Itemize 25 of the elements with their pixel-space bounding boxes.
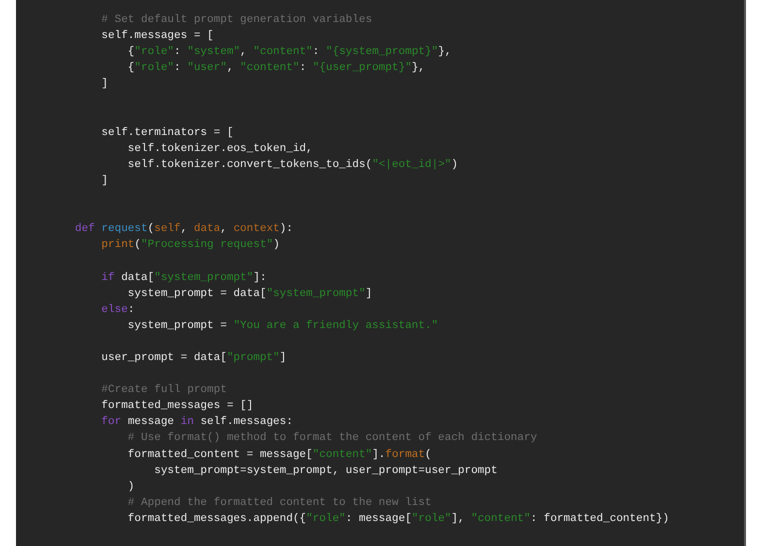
code-line: formatted_messages = [] xyxy=(100,399,254,414)
code-line: self.tokenizer.convert_tokens_to_ids("<|eot_id|>") xyxy=(126,158,458,173)
code-line: {"role": "system", "content": "{system_prompt}"}, xyxy=(126,45,452,60)
code-line: ] xyxy=(100,174,108,189)
code-line: system_prompt = "You are a friendly assistant." xyxy=(126,318,438,334)
code-line: else: xyxy=(100,302,134,318)
code-line: system_prompt=system_prompt, user_prompt=user_prompt xyxy=(153,464,498,479)
code-line: # Use format() method to format the content of each dictionary xyxy=(126,431,538,446)
code-line: self.messages = [ xyxy=(100,29,214,44)
code-line: # Set default prompt generation variables xyxy=(100,13,372,28)
code-line: formatted_content = message["content"].format( xyxy=(126,448,432,463)
code-line: self.terminators = [ xyxy=(100,126,234,141)
code-line: user_prompt = data["prompt"] xyxy=(100,350,286,366)
code-line: for message in self.messages: xyxy=(100,415,293,430)
code-line: ] xyxy=(100,77,108,92)
code-line: system_prompt = data["system_prompt"] xyxy=(126,286,372,302)
code-line: formatted_messages.append({"role": message["role"], "content": formatted_content}) xyxy=(126,512,670,527)
code-line: ) xyxy=(126,480,134,495)
code-line: self.tokenizer.eos_token_id, xyxy=(126,142,313,157)
code-line: def request(self, data, context): xyxy=(75,222,293,238)
code-line: if data["system_prompt"]: xyxy=(100,270,266,286)
code-line: # Append the formatted content to the new list xyxy=(126,496,432,511)
code-line: {"role": "user", "content": "{user_prompt}"}, xyxy=(126,61,425,76)
code-line: print("Processing request") xyxy=(100,238,280,254)
code-line: #Create full prompt xyxy=(100,383,227,398)
